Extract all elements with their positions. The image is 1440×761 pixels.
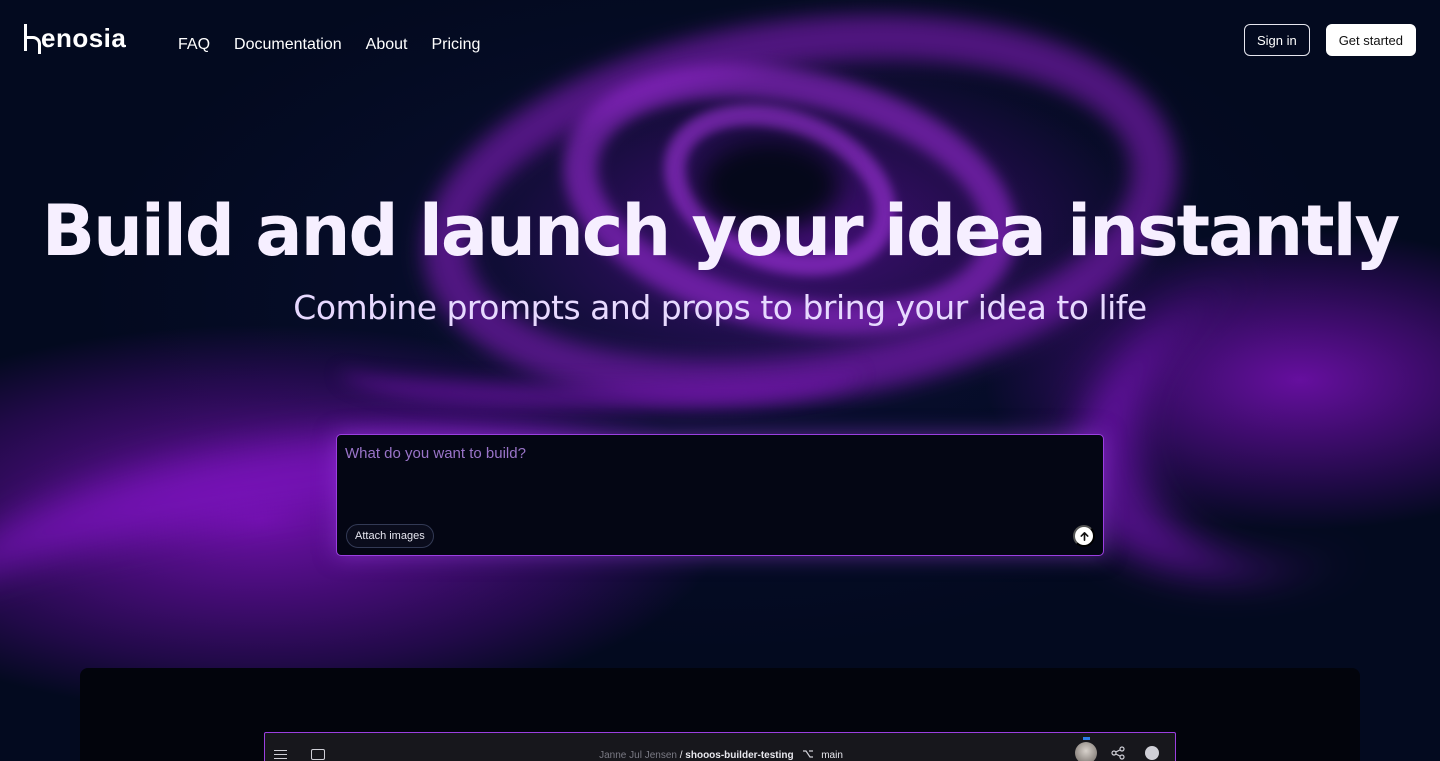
nav-link-pricing[interactable]: Pricing (431, 36, 480, 54)
preview-app-toolbar: Janne Jul Jensen / shooos-builder-testin… (264, 732, 1176, 761)
repo-name[interactable]: shooos-builder-testing (685, 750, 793, 761)
send-button[interactable] (1073, 525, 1095, 547)
repo-breadcrumb: Janne Jul Jensen / shooos-builder-testin… (265, 749, 1177, 761)
hero-section: Build and launch your idea instantly Com… (0, 190, 1440, 328)
sign-in-button[interactable]: Sign in (1243, 24, 1310, 56)
app-preview: Janne Jul Jensen / shooos-builder-testin… (80, 668, 1360, 761)
top-navbar: enosia FAQ Documentation About Pricing S… (0, 0, 1440, 80)
hero-title: Build and launch your idea instantly (41, 190, 1401, 272)
branch-name[interactable]: main (821, 750, 843, 761)
breadcrumb-separator: / (679, 750, 683, 761)
hero-background (0, 0, 1440, 761)
prompt-input[interactable] (345, 445, 1085, 515)
auth-buttons: Sign in Get started (1243, 24, 1416, 56)
nav-link-about[interactable]: About (366, 36, 408, 54)
main-nav: FAQ Documentation About Pricing (178, 36, 480, 54)
avatar[interactable] (1075, 737, 1097, 761)
prompt-box: Attach images (336, 434, 1104, 556)
repo-owner: Janne Jul Jensen (599, 750, 677, 761)
nav-link-documentation[interactable]: Documentation (234, 36, 342, 54)
logo-mark-icon (24, 24, 41, 54)
get-started-button[interactable]: Get started (1325, 24, 1416, 56)
github-icon[interactable] (1145, 746, 1159, 760)
branch-icon (803, 750, 814, 758)
nav-link-faq[interactable]: FAQ (178, 36, 210, 54)
brand-logo[interactable]: enosia (24, 23, 127, 54)
attach-images-button[interactable]: Attach images (346, 524, 434, 548)
share-icon[interactable] (1111, 746, 1125, 760)
arrow-up-icon (1079, 531, 1089, 541)
brand-name: enosia (41, 23, 127, 53)
hero-subtitle: Combine prompts and props to bring your … (293, 288, 1147, 327)
